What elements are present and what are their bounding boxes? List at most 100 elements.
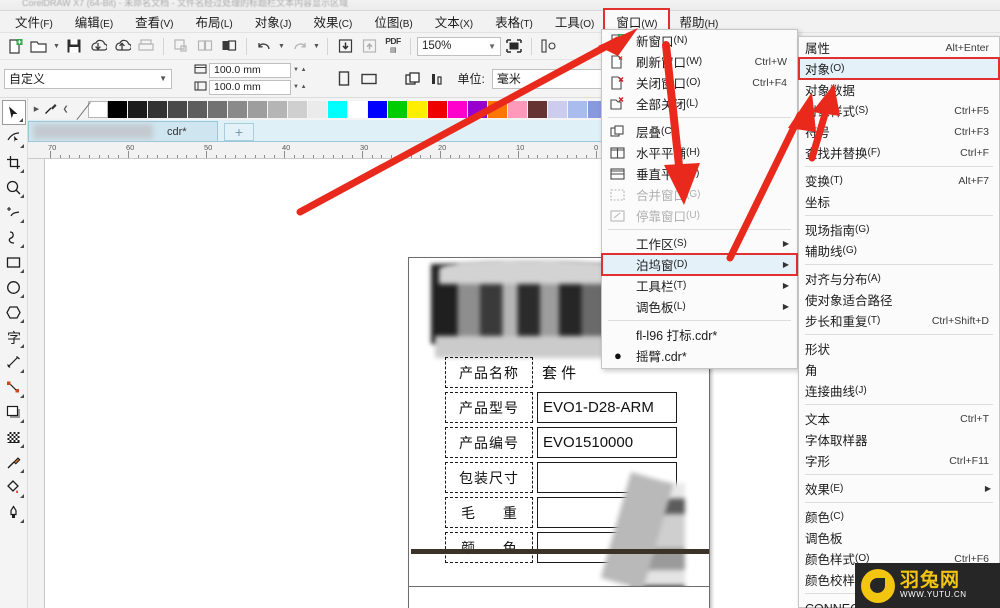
window-menu-item-3[interactable]: 全部关闭 (L) <box>602 93 797 114</box>
toolbox[interactable]: 字 <box>0 98 28 608</box>
swatch-22[interactable] <box>528 100 548 118</box>
window-menu-item-7[interactable]: 垂直平铺 (V) <box>602 163 797 184</box>
menu-item-9[interactable]: 工具(O) <box>544 10 605 33</box>
docker-menu-item-17[interactable]: 形状 <box>799 338 999 359</box>
swatch-17[interactable] <box>428 100 448 118</box>
swatch-11[interactable] <box>308 100 328 118</box>
menu-item-8[interactable]: 表格(T) <box>484 10 544 33</box>
window-menu-item-0[interactable]: 新窗口 (N) <box>602 30 797 51</box>
export-file-icon[interactable] <box>358 36 380 57</box>
swatch-13[interactable] <box>348 100 368 118</box>
polygon-tool-icon[interactable] <box>2 300 26 325</box>
window-menu-item-6[interactable]: 水平平铺 (H) <box>602 142 797 163</box>
window-menu-item-17[interactable]: ● 摇臂.cdr* <box>602 345 797 366</box>
docker-menu-item-3[interactable]: 对象样式 (S) Ctrl+F5 <box>799 100 999 121</box>
swatch-15[interactable] <box>388 100 408 118</box>
vertical-ruler[interactable] <box>28 159 45 608</box>
portrait-orientation-icon[interactable] <box>333 68 355 89</box>
docker-menu-item-8[interactable]: 坐标 <box>799 191 999 212</box>
show-rulers-icon[interactable] <box>538 36 560 57</box>
document-tab[interactable]: cdr* <box>28 121 218 141</box>
docker-menu-item-21[interactable]: 文本 Ctrl+T <box>799 408 999 429</box>
swatch-12[interactable] <box>328 100 348 118</box>
menu-item-4[interactable]: 对象(J) <box>244 10 303 33</box>
all-pages-icon[interactable] <box>402 68 424 89</box>
docker-menu-item-11[interactable]: 辅助线 (G) <box>799 240 999 261</box>
swatch-10[interactable] <box>288 100 308 118</box>
swatch-4[interactable] <box>168 100 188 118</box>
dimension-tool-icon[interactable] <box>2 350 26 375</box>
spec-value[interactable]: EVO1-D28-ARM <box>537 392 677 423</box>
swatch-18[interactable] <box>448 100 468 118</box>
swatch-14[interactable] <box>368 100 388 118</box>
freehand-tool-icon[interactable] <box>2 200 26 225</box>
docker-menu-item-7[interactable]: 变换 (T) Alt+F7 <box>799 170 999 191</box>
cut-icon[interactable] <box>170 36 192 57</box>
print-icon[interactable] <box>135 36 157 57</box>
window-menu-item-5[interactable]: 层叠 (C) <box>602 121 797 142</box>
shadow-tool-icon[interactable] <box>2 400 26 425</box>
menu-item-1[interactable]: 编辑(E) <box>64 10 124 33</box>
open-dropdown-caret-icon[interactable]: ▼ <box>52 36 61 56</box>
redo-dropdown-caret-icon[interactable]: ▼ <box>312 36 321 56</box>
menu-item-7[interactable]: 文本(X) <box>424 10 484 33</box>
landscape-orientation-icon[interactable] <box>358 68 380 89</box>
swatch-8[interactable] <box>248 100 268 118</box>
zoom-tool-icon[interactable] <box>2 175 26 200</box>
window-menu-dropdown[interactable]: 新窗口 (N) 刷新窗口 (W) Ctrl+W 关闭窗口 (O) Ctrl+F4 全部关闭 (L)… <box>601 29 798 369</box>
menu-item-3[interactable]: 布局(L) <box>185 10 244 33</box>
spec-row[interactable]: 产品型号 EVO1-D28-ARM <box>445 392 677 423</box>
page-width-input[interactable]: 100.0 mm <box>209 62 291 78</box>
pdf-icon[interactable]: PDF ▤ <box>382 36 404 57</box>
undo-icon[interactable] <box>253 36 275 57</box>
swatch-none[interactable] <box>88 100 108 118</box>
save-icon[interactable] <box>63 36 85 57</box>
docker-menu-item-4[interactable]: 符号 Ctrl+F3 <box>799 121 999 142</box>
page-width-spinner[interactable]: ▼ ▲ <box>293 67 307 73</box>
shape-tool-icon[interactable] <box>2 125 26 150</box>
chevron-down-icon[interactable]: ▼ <box>159 74 167 83</box>
menu-item-0[interactable]: 文件(F) <box>4 10 64 33</box>
page-height-input[interactable]: 100.0 mm <box>209 79 291 95</box>
palette-prev-icon[interactable]: ▶ <box>32 99 41 119</box>
text-tool-icon[interactable]: 字 <box>2 325 26 350</box>
window-menu-item-2[interactable]: 关闭窗口 (O) Ctrl+F4 <box>602 72 797 93</box>
copy-icon[interactable] <box>194 36 216 57</box>
window-menu-item-12[interactable]: 泊坞窗 (D) ▶ <box>601 253 798 276</box>
import-file-icon[interactable] <box>334 36 356 57</box>
docker-menu-item-22[interactable]: 字体取样器 <box>799 429 999 450</box>
document-page-next[interactable] <box>408 586 710 608</box>
redo-icon[interactable] <box>288 36 310 57</box>
window-menu-item-1[interactable]: 刷新窗口 (W) Ctrl+W <box>602 51 797 72</box>
menu-item-5[interactable]: 效果(C) <box>302 10 363 33</box>
menu-item-2[interactable]: 查看(V) <box>124 10 184 33</box>
export-icon[interactable] <box>111 36 133 57</box>
swatch-7[interactable] <box>228 100 248 118</box>
crop-tool-icon[interactable] <box>2 150 26 175</box>
docker-menu-item-25[interactable]: 效果 (E) ▶ <box>799 478 999 499</box>
docker-menu-item-14[interactable]: 使对象适合路径 <box>799 289 999 310</box>
add-document-tab-button[interactable]: + <box>224 123 254 141</box>
window-menu-item-16[interactable]: fl-l96 打标.cdr* <box>602 324 797 345</box>
chevron-down-icon[interactable]: ▼ <box>488 42 496 51</box>
swatch-5[interactable] <box>188 100 208 118</box>
spec-row[interactable]: 产品编号 EVO1510000 <box>445 427 677 458</box>
zoom-level-combo[interactable]: 150% ▼ <box>417 36 501 56</box>
import-icon[interactable] <box>87 36 109 57</box>
spec-value[interactable]: EVO1510000 <box>537 427 677 458</box>
new-document-icon[interactable] <box>4 36 26 57</box>
window-menu-item-13[interactable]: 工具栏 (T) ▶ <box>602 275 797 296</box>
transparency-tool-icon[interactable] <box>2 425 26 450</box>
docker-menu-item-15[interactable]: 步长和重复 (T) Ctrl+Shift+D <box>799 310 999 331</box>
docker-menu-item-27[interactable]: 颜色 (C) <box>799 506 999 527</box>
undo-dropdown-caret-icon[interactable]: ▼ <box>277 36 286 56</box>
smart-fill-icon[interactable] <box>2 225 26 250</box>
eyedropper-tool-icon[interactable] <box>2 450 26 475</box>
outline-tool-icon[interactable] <box>2 500 26 525</box>
window-menu-item-14[interactable]: 调色板 (L) ▶ <box>602 296 797 317</box>
paste-icon[interactable] <box>218 36 240 57</box>
swatch-6[interactable] <box>208 100 228 118</box>
swatch-16[interactable] <box>408 100 428 118</box>
page-preset-combo[interactable]: 自定义 ▼ <box>4 68 172 89</box>
swatch-20[interactable] <box>488 100 508 118</box>
